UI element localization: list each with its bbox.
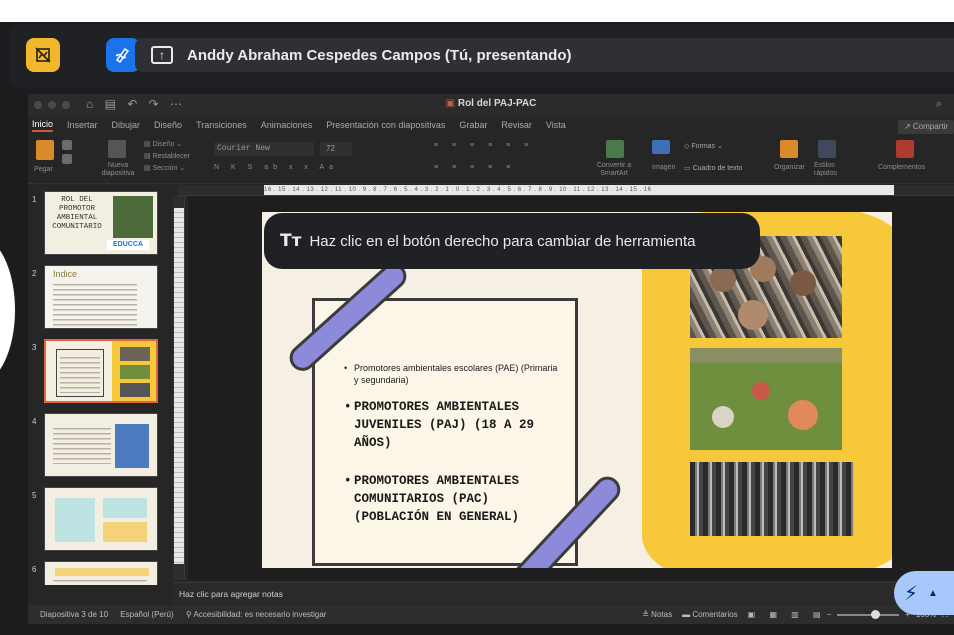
tab-presentacion[interactable]: Presentación con diapositivas [326, 120, 445, 130]
tab-animaciones[interactable]: Animaciones [261, 120, 313, 130]
slide-counter: Diapositiva 3 de 10 [40, 610, 109, 619]
text-tool-icon: Tт [280, 231, 302, 251]
quick-styles-label: Estilos rápidos [814, 162, 837, 177]
image-label: Imagen [652, 164, 676, 171]
tab-insertar[interactable]: Insertar [67, 120, 98, 130]
present-screen-icon: ↑ [151, 46, 173, 64]
addins-icon[interactable] [896, 140, 914, 158]
view-buttons[interactable]: ▣ ▦ ▥ ▤ [748, 605, 827, 624]
bullet-pae: Promotores ambientales escolares (PAE) (… [344, 362, 564, 386]
section-label[interactable]: ▤ Sección ⌄ [144, 164, 185, 172]
shapes-label[interactable]: ◇ Formas ⌄ [684, 142, 723, 150]
design-label[interactable]: ▤ Diseño ⌄ [144, 140, 182, 148]
new-slide-icon[interactable] [108, 140, 126, 158]
zoom-out-button[interactable]: − [827, 605, 832, 624]
top-border [0, 0, 954, 22]
tab-vista[interactable]: Vista [546, 120, 566, 130]
language-label[interactable]: Español (Perú) [120, 610, 173, 619]
title-bar: ⌂ ▤ ↶ ↷ ⋯ ▣ Rol del PAJ-PAC ⌕ [28, 94, 954, 116]
slide-thumbnail-1[interactable]: ROL DEL PROMOTOR AMBIENTAL COMUNITARIO E… [44, 191, 158, 255]
font-format-buttons[interactable]: N K S ab x x Aa [214, 164, 338, 171]
comments-button[interactable]: ▬ Comentarios [682, 605, 738, 624]
alignment-buttons[interactable]: ≡ ≡ ≡ ≡ ≡ [434, 164, 516, 171]
screen: ↑ Anddy Abraham Cespedes Campos (Tú, pre… [0, 0, 954, 635]
left-edge-overlay [0, 235, 16, 385]
horizontal-ruler: 16 . 15 . 14 . 13 . 12 . 11 . 10 . 9 . 8… [178, 185, 954, 196]
slide-thumbnail-2[interactable]: Indice [44, 265, 158, 329]
photo-youth-grass[interactable] [690, 348, 842, 450]
file-icon: ▣ [445, 98, 458, 109]
annotation-toggle-button[interactable] [26, 38, 60, 72]
status-bar: Diapositiva 3 de 10 Español (Perú) ⚲ Acc… [28, 605, 954, 624]
textbox-label[interactable]: ▭ Cuadro de texto [684, 164, 742, 172]
presenter-label: Anddy Abraham Cespedes Campos (Tú, prese… [187, 46, 572, 64]
reset-label[interactable]: ▤ Restablecer [144, 152, 190, 160]
notes-button[interactable]: ≜ Notas [642, 605, 672, 624]
arrange-label: Organizar [774, 164, 805, 171]
font-size-field[interactable]: 72 [320, 142, 352, 156]
paste-icon[interactable] [36, 140, 54, 160]
presenting-toolbar: ↑ Anddy Abraham Cespedes Campos (Tú, pre… [10, 24, 954, 88]
document-title: ▣ Rol del PAJ-PAC [445, 98, 537, 109]
slide-thumbnail-5[interactable] [44, 487, 158, 551]
slide-thumbnail-6[interactable] [44, 561, 158, 585]
pen-icon [115, 47, 130, 64]
quick-styles-icon[interactable] [818, 140, 836, 158]
zoom-slider[interactable] [837, 609, 900, 619]
caret-up-icon: ▲ [928, 587, 938, 599]
smartart-label: Convertir a SmartArt [596, 162, 632, 177]
annotation-off-icon [35, 47, 51, 63]
accessibility-label[interactable]: Accesibilidad: es necesario investigar [194, 610, 327, 619]
paste-label: Pegar [34, 166, 53, 173]
tab-inicio[interactable]: Inicio [32, 119, 54, 132]
tool-hint-tooltip: Tт Haz clic en el botón derecho para cam… [264, 213, 760, 269]
notes-placeholder[interactable]: Haz clic para agregar notas [173, 582, 954, 604]
tab-transiciones[interactable]: Transiciones [196, 120, 247, 130]
new-slide-label: Nueva diapositiva [101, 162, 135, 177]
tab-diseno[interactable]: Diseño [154, 120, 182, 130]
share-button[interactable]: ↗ Compartir [897, 120, 954, 134]
tooltip-text: Haz clic en el botón derecho para cambia… [309, 232, 696, 250]
ribbon: Pegar Nueva diapositiva ▤ Diseño ⌄ ▤ Res… [28, 134, 954, 184]
presenter-banner: ↑ Anddy Abraham Cespedes Campos (Tú, pre… [135, 38, 954, 72]
arrange-icon[interactable] [780, 140, 798, 158]
tab-grabar[interactable]: Grabar [459, 120, 487, 130]
bullet-pac: PROMOTORES AMBIENTALES COMUNITARIOS (PAC… [344, 472, 564, 526]
slide-thumbnail-3[interactable] [44, 339, 158, 403]
image-icon[interactable] [652, 140, 670, 154]
bullet-paj: PROMOTORES AMBIENTALES JUVENILES (PAJ) (… [344, 398, 564, 452]
slide-thumbnail-pane: 1 ROL DEL PROMOTOR AMBIENTAL COMUNITARIO… [28, 185, 168, 585]
tab-dibujar[interactable]: Dibujar [112, 120, 141, 130]
ribbon-tabs: Inicio Insertar Dibujar Diseño Transicio… [28, 116, 954, 134]
copy-icon[interactable] [62, 154, 72, 164]
slide-bullets: Promotores ambientales escolares (PAE) (… [344, 362, 564, 526]
font-name-field[interactable]: Courier New [214, 142, 314, 156]
slide-1-photo [113, 196, 153, 238]
search-icon[interactable]: ⌕ [936, 98, 942, 111]
accessibility-icon: ⚲ [185, 610, 194, 619]
photo-crowd-bw[interactable] [690, 462, 854, 536]
tab-revisar[interactable]: Revisar [501, 120, 532, 130]
slide-thumbnail-4[interactable] [44, 413, 158, 477]
vertical-ruler [173, 196, 185, 580]
smartart-icon[interactable] [606, 140, 624, 158]
annotation-fab-button[interactable]: ⚡ ▲ [894, 571, 954, 615]
addins-label: Complementos [878, 164, 926, 171]
powerpoint-window: ⌂ ▤ ↶ ↷ ⋯ ▣ Rol del PAJ-PAC ⌕ Inicio Ins… [28, 94, 954, 624]
paragraph-buttons[interactable]: ≡ ≡ ≡ ≡ ≡ ≡ [434, 142, 534, 149]
pen-lightning-icon: ⚡ [904, 582, 919, 605]
cut-icon[interactable] [62, 140, 72, 150]
